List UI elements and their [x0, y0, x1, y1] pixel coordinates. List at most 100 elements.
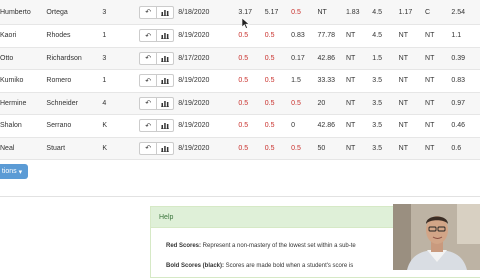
undo-arrow-icon[interactable]: ↶ [140, 7, 156, 18]
score-cell: NT [425, 92, 452, 115]
test-date: 8/17/2020 [178, 47, 239, 70]
score-cell: 0.5 [238, 69, 265, 93]
score-cell: 0.5 [264, 114, 292, 138]
score-cell: 0.5 [264, 69, 292, 93]
student-last-name: Schneider [46, 92, 103, 115]
score-cell: 5.17 [264, 0, 292, 25]
student-last-name: Ortega [46, 0, 103, 25]
score-cell: NT [398, 69, 426, 93]
red-scores-help: Red Scores: Represent a non-mastery of t… [166, 243, 356, 249]
bar-chart-icon[interactable] [156, 97, 173, 109]
bar-chart-icon[interactable] [156, 52, 173, 64]
row-button-group: ↶ [139, 74, 175, 88]
score-cell: NT [425, 24, 452, 48]
student-last-name: Romero [46, 69, 103, 93]
test-date: 8/19/2020 [178, 137, 239, 160]
row-actions: ↶ [139, 24, 179, 48]
row-actions: ↶ [139, 137, 179, 160]
row-actions: ↶ [139, 0, 179, 25]
student-last-name: Serrano [46, 114, 103, 138]
actions-dropdown-button[interactable]: tions ▾ [0, 164, 28, 179]
student-grade: K [102, 137, 140, 160]
score-cell: 0.5 [291, 0, 318, 25]
student-grade: 3 [102, 0, 140, 25]
mouse-cursor-icon [242, 18, 250, 29]
table-row: Kumiko Romero 1 ↶ 8/19/2020 0.5 0.5 1.5 33.33 NT 3… [0, 69, 480, 93]
red-scores-title: Red Scores: [166, 243, 202, 249]
table-body: Humberto Ortega 3 ↶ 8/18/2020 3.17 5.17 0.5 NT 1.… [0, 0, 480, 160]
score-cell: NT [398, 114, 426, 138]
test-date: 8/19/2020 [178, 24, 239, 48]
actions-button-label: tions [1, 168, 17, 175]
score-cell: NT [345, 69, 373, 93]
row-actions: ↶ [139, 114, 179, 138]
undo-arrow-icon[interactable]: ↶ [140, 75, 156, 86]
score-cell: 3.5 [372, 69, 399, 93]
undo-arrow-icon[interactable]: ↶ [140, 98, 156, 109]
score-cell: 0.97 [451, 92, 480, 115]
student-grade: 3 [102, 47, 140, 70]
score-cell: 1.1 [451, 24, 480, 48]
bar-chart-icon[interactable] [156, 30, 173, 42]
student-first-name: Kumiko [0, 69, 47, 93]
score-cell: 42.86 [317, 47, 346, 70]
bold-scores-title: Bold Scores (black): [166, 263, 225, 269]
student-first-name: Kaori [0, 24, 47, 48]
score-cell: 0.5 [291, 137, 318, 160]
score-cell: NT [345, 114, 373, 138]
bar-chart-icon[interactable] [156, 120, 173, 132]
table-row: Hermine Schneider 4 ↶ 8/19/2020 0.5 0.5 0.5 20 NT… [0, 92, 480, 115]
score-cell: NT [317, 0, 346, 25]
test-date: 8/18/2020 [178, 0, 239, 25]
student-grade: K [102, 114, 140, 138]
score-cell: NT [425, 47, 452, 70]
row-button-group: ↶ [139, 96, 175, 110]
test-date: 8/19/2020 [178, 69, 239, 93]
score-cell: NT [398, 92, 426, 115]
score-cell: 0.6 [451, 137, 480, 160]
score-cell: 1.5 [372, 47, 399, 70]
bold-scores-help: Bold Scores (black): Scores are made bol… [166, 263, 353, 269]
score-cell: NT [398, 137, 426, 160]
bar-chart-icon[interactable] [156, 75, 173, 87]
red-scores-text: Represent a non-mastery of the lowest se… [201, 243, 356, 249]
bold-scores-text: Scores are made bold when a student's sc… [224, 263, 354, 269]
section-divider [0, 196, 480, 197]
score-cell: 0.5 [238, 47, 265, 70]
row-actions: ↶ [139, 47, 179, 70]
score-cell: 77.78 [317, 24, 346, 48]
test-date: 8/19/2020 [178, 114, 239, 138]
score-cell: NT [345, 24, 373, 48]
score-cell: 3.5 [372, 137, 399, 160]
score-cell: 0.5 [238, 114, 265, 138]
student-first-name: Neal [0, 137, 47, 160]
table-row: Kaori Rhodes 1 ↶ 8/19/2020 0.5 0.5 0.83 77.78 NT 4… [0, 24, 480, 48]
score-cell: 0.17 [291, 47, 318, 70]
score-cell: 0.5 [264, 47, 292, 70]
score-cell: NT [345, 47, 373, 70]
score-cell: 42.86 [317, 114, 346, 138]
undo-arrow-icon[interactable]: ↶ [140, 120, 156, 131]
table-row: Neal Stuart K ↶ 8/19/2020 0.5 0.5 0.5 50 NT 3.5 NT N… [0, 137, 480, 160]
student-last-name: Rhodes [46, 24, 103, 48]
score-cell: 3.5 [372, 92, 399, 115]
score-cell: C [425, 0, 452, 25]
student-scores-table: Humberto Ortega 3 ↶ 8/18/2020 3.17 5.17 0.5 NT 1.… [0, 0, 480, 160]
row-button-group: ↶ [139, 51, 175, 65]
bar-chart-icon[interactable] [156, 142, 173, 154]
student-first-name: Humberto [0, 0, 47, 25]
score-cell: 4.5 [372, 24, 399, 48]
student-first-name: Otto [0, 47, 47, 70]
undo-arrow-icon[interactable]: ↶ [140, 53, 156, 64]
row-button-group: ↶ [139, 141, 175, 155]
bar-chart-icon[interactable] [156, 6, 173, 18]
score-cell: 1.17 [398, 0, 426, 25]
webcam-overlay [393, 204, 480, 270]
undo-arrow-icon[interactable]: ↶ [140, 143, 156, 154]
test-date: 8/19/2020 [178, 92, 239, 115]
undo-arrow-icon[interactable]: ↶ [140, 30, 156, 41]
student-grade: 1 [102, 24, 140, 48]
score-cell: NT [345, 137, 373, 160]
student-last-name: Stuart [46, 137, 103, 160]
student-first-name: Hermine [0, 92, 47, 115]
